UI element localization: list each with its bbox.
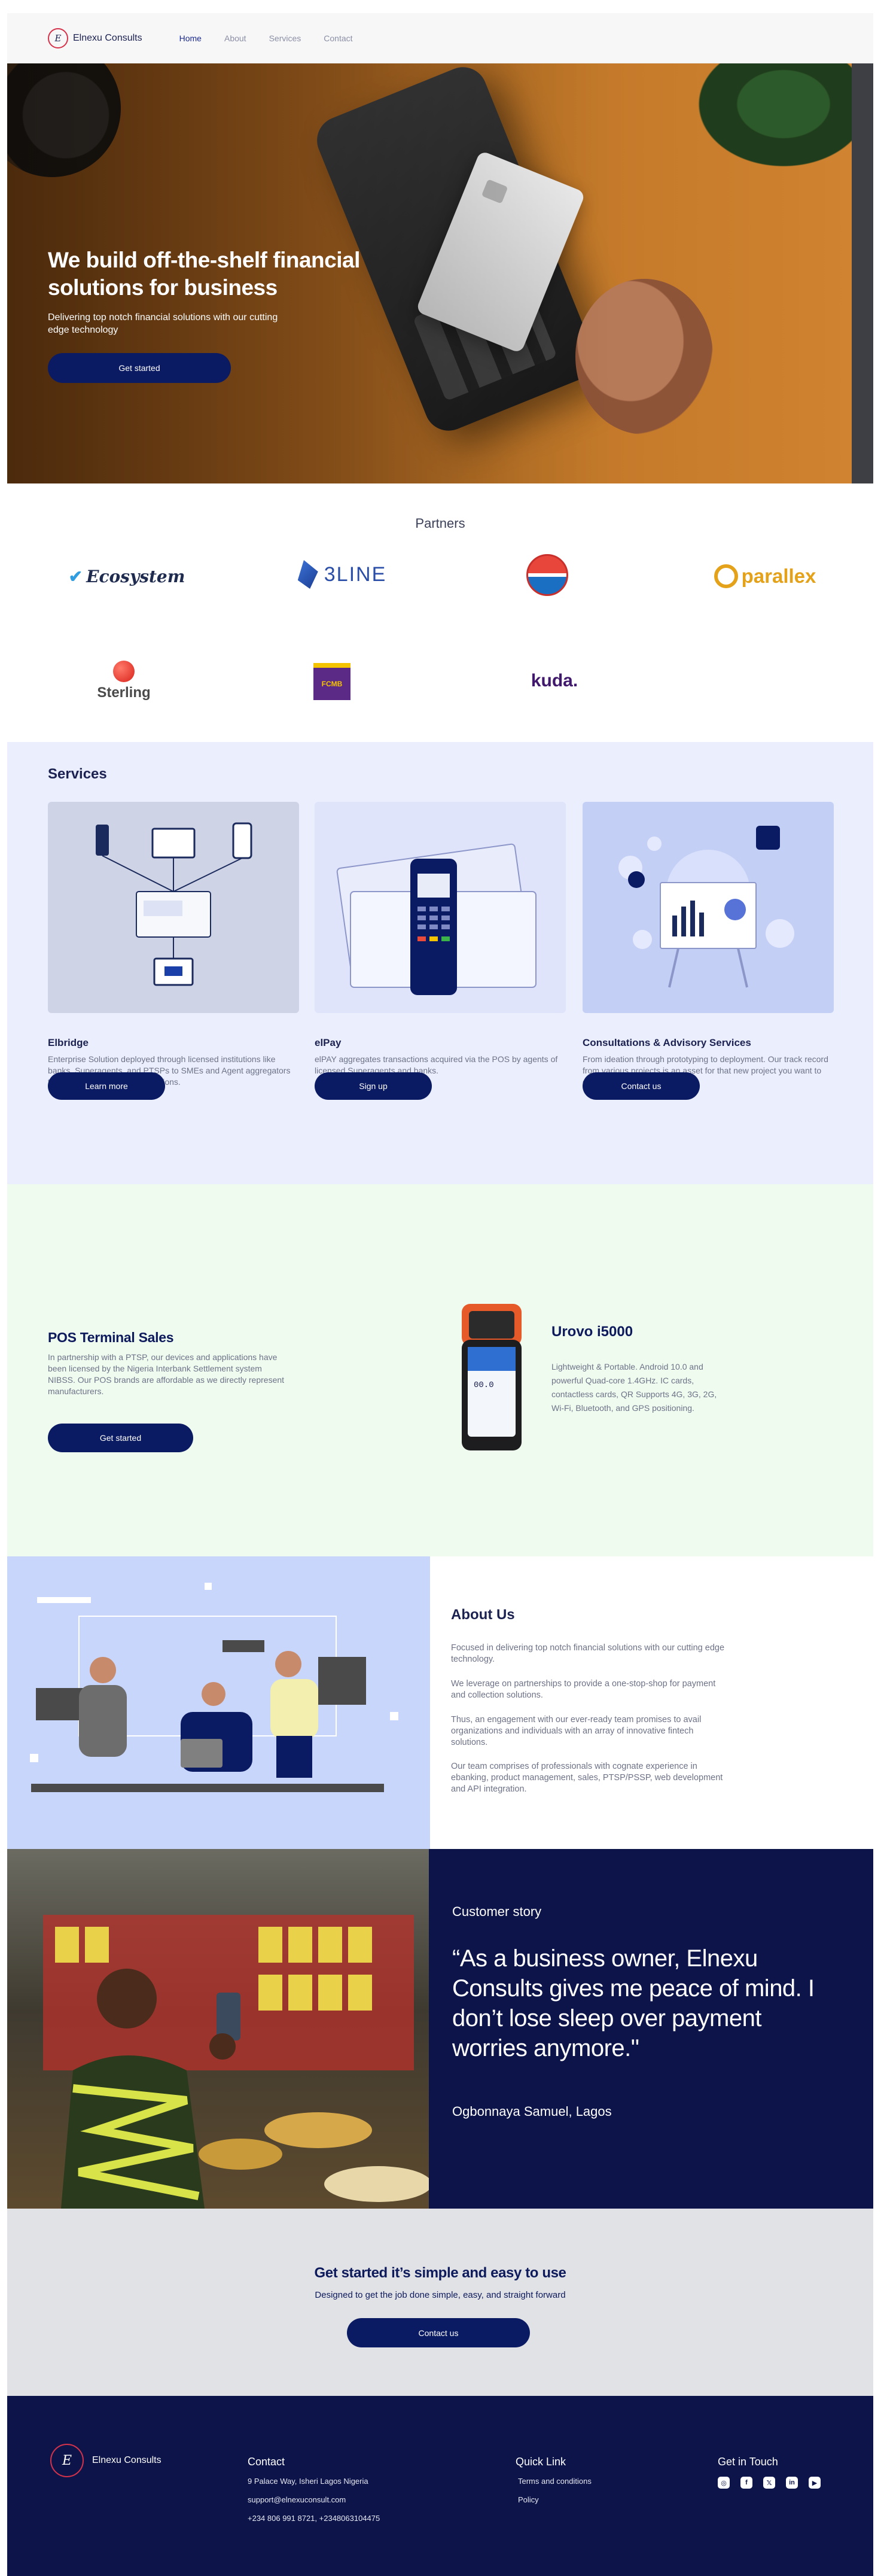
footer-touch-heading: Get in Touch <box>718 2456 778 2468</box>
sterling-logo-text: Sterling <box>97 685 151 701</box>
cta-section: Get started it’s simple and easy to use … <box>7 2209 873 2396</box>
partners-section: Partners ✔ Ecosystem 3LINE parallex Ster… <box>7 483 873 742</box>
nav-links: Home About Services Contact <box>179 34 353 43</box>
threeline-mark-icon <box>297 560 318 589</box>
footer: E Elnexu Consults Contact 9 Palace Way, … <box>7 2396 873 2576</box>
footer-brand[interactable]: E Elnexu Consults <box>50 2444 161 2477</box>
cta-title: Get started it’s simple and easy to use <box>314 2265 566 2281</box>
about-title: About Us <box>451 1607 515 1623</box>
page: E Elnexu Consults Home About Services Co… <box>7 13 873 2576</box>
unity-bank-logo <box>526 554 568 596</box>
consultation-illustration <box>583 802 834 1013</box>
footer-contact: Contact 9 Palace Way, Isheri Lagos Niger… <box>248 2456 380 2532</box>
top-nav: E Elnexu Consults Home About Services Co… <box>7 13 873 63</box>
footer-address: 9 Palace Way, Isheri Lagos Nigeria <box>248 2477 368 2486</box>
partners-title: Partners <box>415 516 465 531</box>
pos-get-started-button[interactable]: Get started <box>48 1424 193 1452</box>
parallex-ring-icon <box>714 564 738 588</box>
brand-name: Elnexu Consults <box>73 32 142 43</box>
footer-brand-name: Elnexu Consults <box>92 2455 161 2465</box>
parallex-logo: parallex <box>702 555 828 597</box>
about-paragraph: Our team comprises of professionals with… <box>451 1762 723 1794</box>
social-icons: ◎ f 𝕏 in ▶ <box>718 2477 821 2489</box>
footer-contact-heading: Contact <box>248 2456 285 2468</box>
nav-link-contact[interactable]: Contact <box>324 34 352 43</box>
urovo-description: Lightweight & Portable. Android 10.0 and… <box>551 1362 717 1413</box>
brand-logo[interactable]: E Elnexu Consults <box>48 28 142 48</box>
ecosystem-logo-text: Ecosystem <box>86 566 185 586</box>
customer-photo <box>7 1849 429 2209</box>
footer-link-policy[interactable]: Policy <box>518 2495 592 2504</box>
elpay-illustration <box>315 802 566 1013</box>
fcmb-logo: FCMB <box>313 663 350 700</box>
pos-terminal-section: POS Terminal Sales In partnership with a… <box>7 1184 873 1556</box>
cta-contact-us-button[interactable]: Contact us <box>347 2318 530 2347</box>
sterling-ball-icon <box>113 661 135 682</box>
cta-subtitle: Designed to get the job done simple, eas… <box>315 2290 566 2300</box>
footer-brand-mark-icon: E <box>50 2444 84 2477</box>
ecosystem-logo: ✔ Ecosystem <box>55 555 199 597</box>
footer-quick-heading: Quick Link <box>516 2456 566 2468</box>
service-card-elpay: elPay elPAY aggregates transactions acqu… <box>315 802 566 1076</box>
contact-us-button[interactable]: Contact us <box>583 1072 700 1100</box>
footer-get-in-touch: Get in Touch ◎ f 𝕏 in ▶ <box>718 2456 821 2489</box>
about-paragraph: Thus, an engagement with our ever-ready … <box>451 1715 702 1747</box>
footer-link-terms[interactable]: Terms and conditions <box>518 2477 592 2486</box>
threeline-logo: 3LINE <box>288 551 396 598</box>
instagram-icon[interactable]: ◎ <box>718 2477 730 2489</box>
service-title: Consultations & Advisory Services <box>583 1037 751 1048</box>
facebook-icon[interactable]: f <box>740 2477 752 2489</box>
kuda-logo: kuda. <box>531 671 578 691</box>
brand-mark-icon: E <box>48 28 68 48</box>
youtube-icon[interactable]: ▶ <box>809 2477 821 2489</box>
sign-up-button[interactable]: Sign up <box>315 1072 432 1100</box>
customer-story-section: Customer story “As a business owner, Eln… <box>7 1849 873 2209</box>
pos-description: In partnership with a PTSP, our devices … <box>48 1352 285 1396</box>
about-paragraph: We leverage on partnerships to provide a… <box>451 1679 716 1700</box>
about-section: About Us Focused in delivering top notch… <box>7 1556 873 1849</box>
story-author: Ogbonnaya Samuel, Lagos <box>452 2104 612 2119</box>
network-diagram-icon <box>96 822 252 986</box>
story-label: Customer story <box>452 1904 542 1919</box>
threeline-logo-text: 3LINE <box>324 562 387 586</box>
hero-subtitle: Delivering top notch financial solutions… <box>48 312 278 335</box>
about-team-illustration <box>7 1556 430 1849</box>
service-card-consultations: Consultations & Advisory Services From i… <box>583 802 834 1088</box>
about-paragraph: Focused in delivering top notch financia… <box>451 1643 725 1664</box>
footer-phone[interactable]: +234 806 991 8721, +2348063104475 <box>248 2514 380 2523</box>
sterling-logo: Sterling <box>85 654 163 708</box>
pos-title: POS Terminal Sales <box>48 1330 174 1345</box>
x-icon[interactable]: 𝕏 <box>763 2477 775 2489</box>
device-screen-amount: 00.0 <box>474 1380 494 1390</box>
ecosystem-check-icon: ✔ <box>68 566 83 586</box>
pos-terminal-icon <box>336 843 537 995</box>
footer-quick-links: Quick Link Terms and conditions Policy <box>516 2456 592 2514</box>
parallex-logo-text: parallex <box>741 565 816 587</box>
story-quote: “As a business owner, Elnexu Consults gi… <box>452 1945 815 2061</box>
elbridge-illustration <box>48 802 299 1013</box>
learn-more-button[interactable]: Learn more <box>48 1072 165 1100</box>
nav-link-services[interactable]: Services <box>269 34 301 43</box>
footer-email[interactable]: support@elnexuconsult.com <box>248 2495 380 2504</box>
linkedin-icon[interactable]: in <box>786 2477 798 2489</box>
hero-title: We build off-the-shelf financial solutio… <box>48 248 360 300</box>
urovo-device-image: 00.0 <box>456 1304 528 1453</box>
services-title: Services <box>48 766 107 782</box>
presentation-board-icon <box>618 826 794 988</box>
services-section: Services Elbridge Enterprise Solution de… <box>7 742 873 1184</box>
service-title: elPay <box>315 1037 342 1048</box>
hero-text: We build off-the-shelf financial solutio… <box>48 247 419 383</box>
urovo-title: Urovo i5000 <box>551 1324 633 1340</box>
hero-section: We build off-the-shelf financial solutio… <box>7 63 873 483</box>
nav-link-home[interactable]: Home <box>179 34 202 43</box>
service-title: Elbridge <box>48 1037 89 1048</box>
nav-link-about[interactable]: About <box>224 34 246 43</box>
hero-get-started-button[interactable]: Get started <box>48 353 231 383</box>
service-card-elbridge: Elbridge Enterprise Solution deployed th… <box>48 802 299 1088</box>
